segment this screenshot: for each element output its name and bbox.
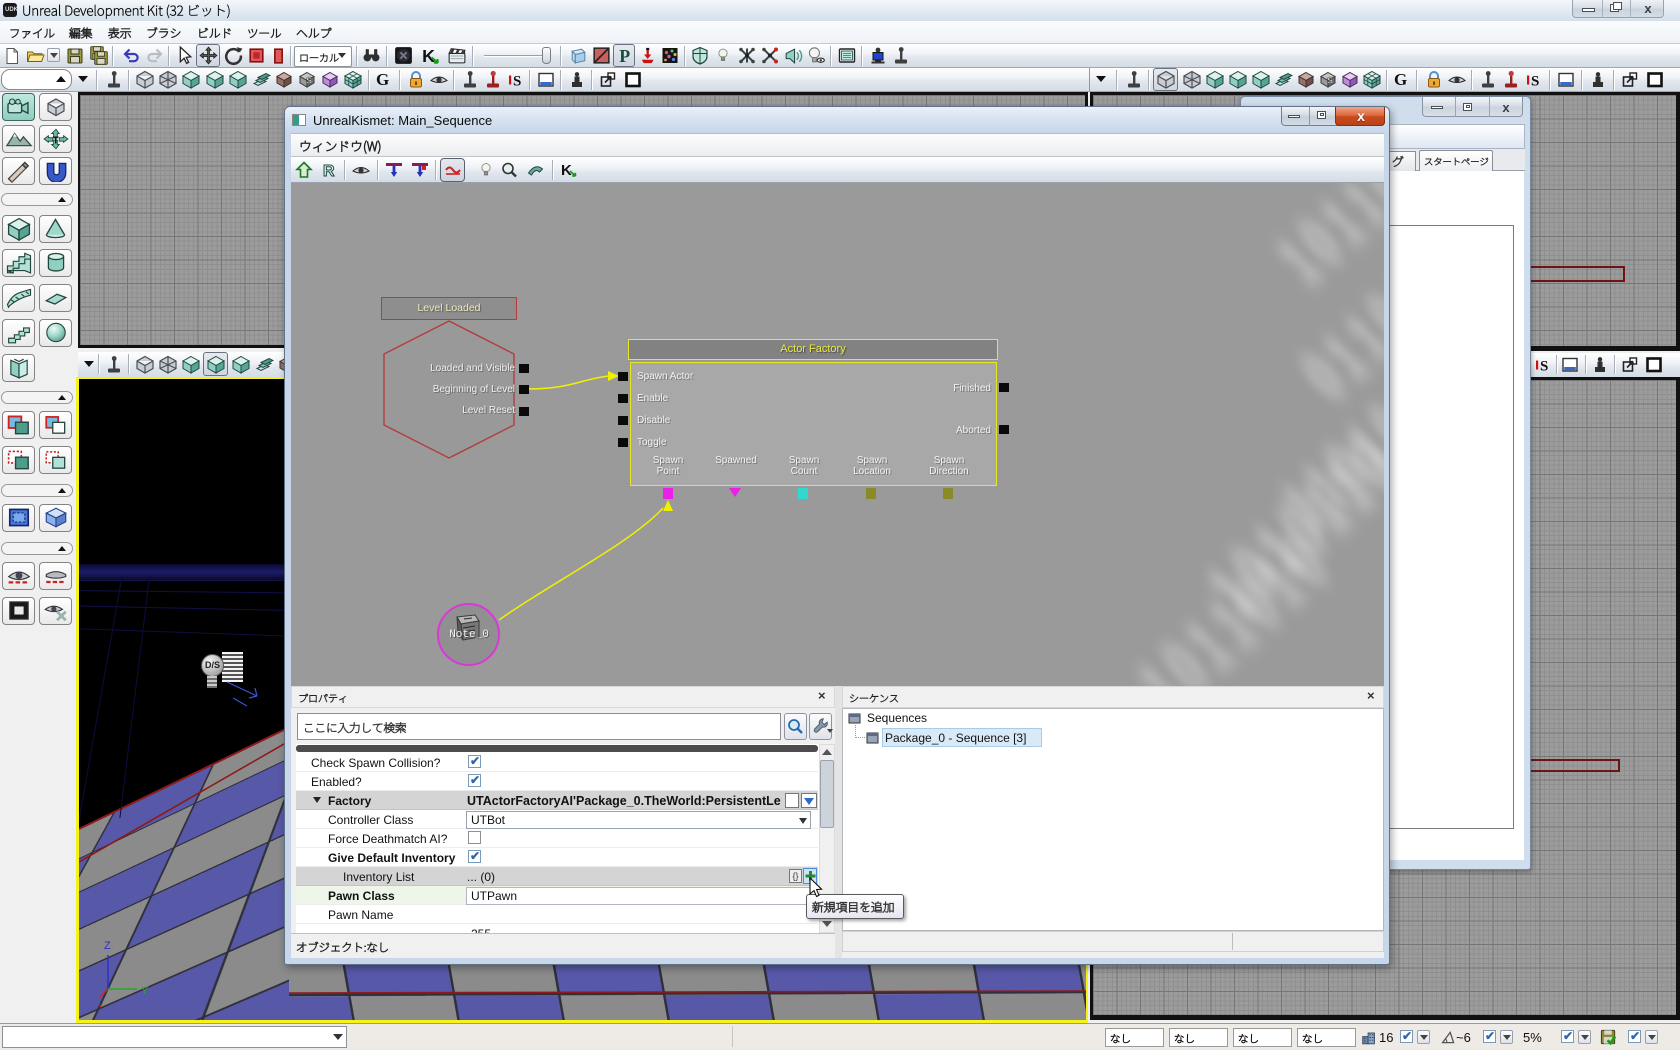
svg-text:Y: Y (141, 985, 149, 997)
svg-text:Z: Z (104, 940, 111, 952)
svg-text:x: x (98, 1001, 103, 1007)
